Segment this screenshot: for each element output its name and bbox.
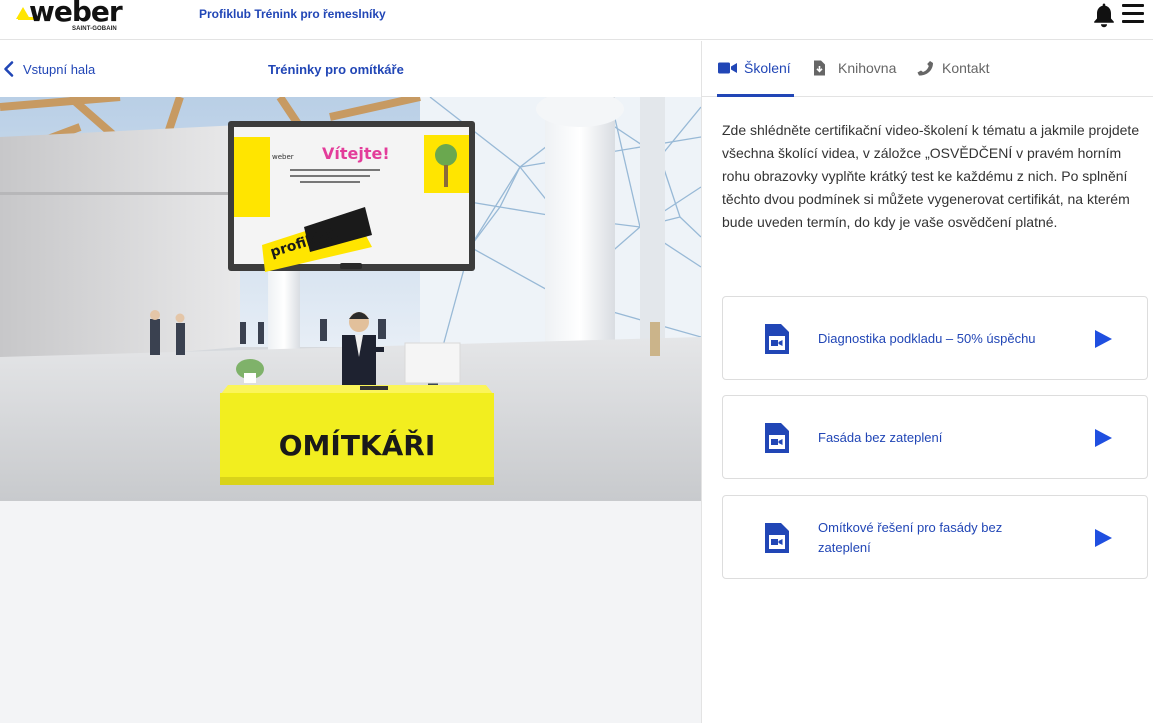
app-title: Profiklub Trénink pro řemeslníky (199, 7, 386, 21)
play-icon[interactable] (1093, 428, 1113, 448)
tab-skoleni[interactable]: Školení (718, 56, 791, 80)
video-camera-icon (718, 62, 737, 74)
active-tab-indicator (717, 94, 794, 97)
virtual-booth-scene[interactable]: weber Vítejte! profiklub OMÍTKÁŘI (0, 97, 701, 501)
tab-label: Školení (744, 60, 791, 76)
logo-subtext: SAINT-GOBAIN (72, 26, 117, 32)
course-title: Omítkové řešení pro fasády bez zateplení (818, 520, 1003, 555)
screen-welcome-text: Vítejte! (322, 144, 390, 163)
course-title: Fasáda bez zateplení (818, 430, 943, 445)
desk-label: OMÍTKÁŘI (279, 428, 436, 462)
scene-illustration: weber Vítejte! profiklub OMÍTKÁŘI (0, 97, 701, 501)
top-header: weber SAINT-GOBAIN Profiklub Trénink pro… (0, 0, 1153, 40)
video-file-icon (765, 523, 789, 553)
tab-knihovna[interactable]: Knihovna (812, 56, 896, 80)
video-file-icon (765, 423, 789, 453)
document-download-icon (814, 60, 825, 76)
back-link[interactable]: Vstupní hala (0, 58, 95, 80)
right-pane: Školení Knihovna Kontakt Zde shlédněte c… (701, 41, 1153, 723)
play-icon[interactable] (1093, 528, 1113, 548)
course-title: Diagnostika podkladu – 50% úspěchu (818, 331, 1036, 346)
course-card[interactable]: Omítkové řešení pro fasády bez zateplení (722, 495, 1148, 579)
phone-icon (917, 61, 933, 76)
page-title: Tréninky pro omítkáře (268, 62, 404, 77)
tab-label: Kontakt (942, 60, 990, 76)
back-link-label: Vstupní hala (23, 61, 96, 77)
tab-label: Knihovna (838, 60, 897, 76)
left-pane: Vstupní hala Tréninky pro omítkáře weber… (0, 41, 701, 723)
tab-bar: Školení Knihovna Kontakt (702, 41, 1153, 97)
logo-text: weber (29, 0, 123, 28)
chevron-left-icon (4, 61, 14, 77)
intro-text: Zde shlédněte certifikační video-školení… (722, 122, 1140, 230)
course-card[interactable]: Diagnostika podkladu – 50% úspěchu (722, 296, 1148, 380)
weber-logo[interactable]: weber SAINT-GOBAIN (16, 0, 128, 36)
tab-kontakt[interactable]: Kontakt (916, 56, 989, 80)
course-card[interactable]: Fasáda bez zateplení (722, 395, 1148, 479)
sub-header: Vstupní hala Tréninky pro omítkáře (0, 41, 701, 97)
screen-brand: weber (272, 153, 294, 161)
hamburger-menu-icon[interactable] (1122, 4, 1144, 26)
video-file-icon (765, 324, 789, 354)
bell-icon[interactable] (1093, 2, 1115, 28)
play-icon[interactable] (1093, 329, 1113, 349)
